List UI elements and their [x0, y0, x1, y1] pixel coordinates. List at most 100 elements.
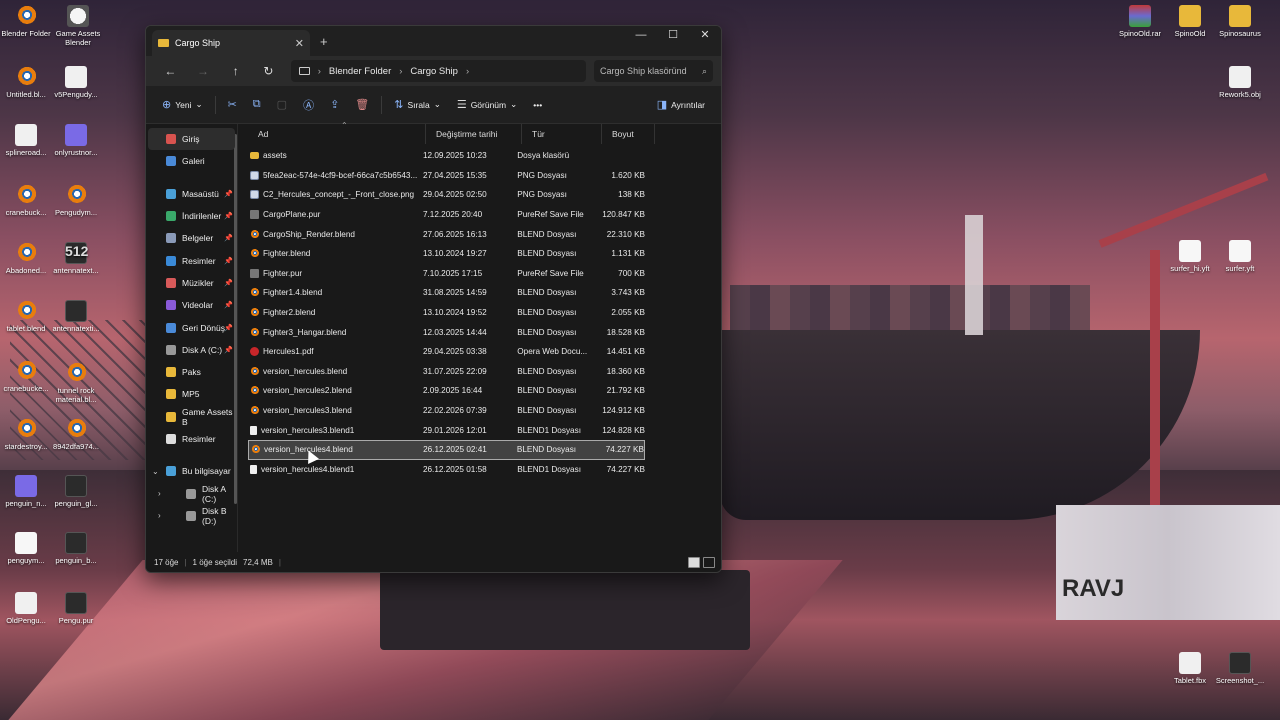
minimize-button[interactable]: — [625, 26, 657, 44]
desktop-icon[interactable]: penguin_n... [0, 475, 52, 508]
share-button[interactable]: ⇪ [322, 98, 347, 111]
desktop-icon[interactable]: Rework5.obj [1214, 66, 1266, 99]
view-button[interactable]: ☰ Görünüm ⌄ [449, 98, 525, 111]
details-view-button[interactable] [688, 557, 700, 568]
column-header-type[interactable]: Tür [522, 124, 602, 144]
rename-button[interactable]: Ⓐ [295, 97, 322, 113]
tab-cargo-ship[interactable]: Cargo Ship ✕ [152, 30, 310, 56]
desktop-icon[interactable]: Untitled.bl... [0, 66, 52, 99]
refresh-button[interactable]: ↻ [252, 64, 285, 78]
desktop-icon[interactable]: antennatexti... [50, 300, 102, 333]
forward-button[interactable]: → [187, 64, 220, 78]
column-header-size[interactable]: Boyut [602, 124, 655, 144]
desktop-icon[interactable]: tablet.blend [0, 300, 52, 333]
desktop-icon[interactable]: penguin_b... [50, 532, 102, 565]
column-header-name[interactable]: Ad [248, 124, 426, 144]
desktop-icon[interactable]: Screenshot_... [1214, 652, 1266, 685]
desktop-icon[interactable]: onlyrustnor... [50, 124, 102, 157]
column-header-date[interactable]: Değiştirme tarihi [426, 124, 522, 144]
desktop-icon-label: surfer.yft [1225, 264, 1255, 273]
desktop-icon[interactable]: penguin_gl... [50, 475, 102, 508]
sidebar-item[interactable]: Masaüstü 📌 [146, 183, 237, 205]
new-button[interactable]: ⊕ Yeni ⌄ [154, 98, 211, 111]
breadcrumb-cargo-ship[interactable]: Cargo Ship [410, 66, 458, 77]
file-row[interactable]: version_hercules3.blend 22.02.2026 07:39 B… [248, 401, 645, 421]
desktop-icon[interactable]: splineroad... [0, 124, 52, 157]
sidebar-item[interactable]: Müzikler 📌 [146, 272, 237, 294]
file-row[interactable]: version_hercules.blend 31.07.2025 22:09 BL… [248, 362, 645, 382]
sidebar-item[interactable]: Giriş [148, 128, 235, 151]
up-button[interactable]: ↑ [219, 64, 252, 78]
desktop-icon[interactable]: stardestroy... [0, 418, 52, 451]
sidebar-item[interactable]: Galeri [146, 150, 237, 172]
file-row[interactable]: 5fea2eac-574e-4cf9-bcef-66ca7c5b6543... 2… [248, 166, 645, 186]
sidebar-item-label: Disk A (C:) [202, 483, 226, 504]
more-options-button[interactable]: ••• [525, 100, 550, 110]
sidebar-item[interactable]: MP5 [146, 383, 237, 405]
breadcrumb[interactable]: › Blender Folder › Cargo Ship › [290, 60, 587, 82]
sidebar-item[interactable]: Belgeler 📌 [146, 227, 237, 249]
sidebar-item[interactable]: Geri Dönüş 📌 [146, 316, 237, 338]
paste-button[interactable]: ▢ [269, 98, 295, 111]
file-row[interactable]: assets 12.09.2025 10:23 Dosya klasörü [248, 146, 645, 166]
sidebar-item[interactable]: Resimler [146, 428, 237, 450]
desktop-icon[interactable]: Pengudym... [50, 184, 102, 217]
breadcrumb-blender-folder[interactable]: Blender Folder [329, 66, 391, 77]
desktop-icon[interactable]: Blender Folder [0, 5, 52, 38]
desktop-icon[interactable]: cranebucke... [0, 360, 52, 393]
chevron-icon[interactable]: › [158, 489, 161, 498]
file-row[interactable]: Fighter.pur 7.10.2025 17:15 PureRef Save F… [248, 264, 645, 284]
back-button[interactable]: ← [154, 64, 187, 78]
sidebar-item[interactable]: Resimler 📌 [146, 249, 237, 271]
file-row[interactable]: Fighter.blend 13.10.2024 19:27 BLEND Dosya… [248, 244, 645, 264]
new-tab-button[interactable]: + [320, 34, 328, 49]
file-row[interactable]: CargoShip_Render.blend 27.06.2025 16:13 BL… [248, 224, 645, 244]
desktop-icon[interactable]: Pengu.pur [50, 592, 102, 625]
file-row[interactable]: Fighter3_Hangar.blend 12.03.2025 14:44 BLE… [248, 322, 645, 342]
tab-close-icon[interactable]: ✕ [295, 37, 304, 50]
desktop-icon[interactable]: penguym... [0, 532, 52, 565]
search-input[interactable]: Cargo Ship klasöründ ⌕ [594, 60, 714, 82]
sidebar-item-icon [166, 322, 176, 333]
desktop-icon[interactable]: surfer.yft [1214, 240, 1266, 273]
sidebar-item[interactable]: › Disk B (D:) [146, 505, 237, 527]
sidebar-item[interactable]: Paks [146, 361, 237, 383]
cut-button[interactable]: ✂ [220, 98, 245, 111]
pin-icon: 📌 [224, 279, 233, 287]
desktop-icon[interactable]: SpinoOld.rar [1114, 5, 1166, 38]
sort-button[interactable]: ⇅ Sırala ⌄ [386, 98, 449, 111]
sidebar-item[interactable]: Disk A (C:) 📌 [146, 339, 237, 361]
desktop-icon[interactable]: surfer_hi.yft [1164, 240, 1216, 273]
desktop-icon[interactable]: Tablet.fbx [1164, 652, 1216, 685]
file-row[interactable]: Fighter2.blend 13.10.2024 19:52 BLEND Dosy… [248, 303, 645, 323]
tiles-view-button[interactable] [703, 557, 715, 568]
desktop-icon[interactable]: cranebuck... [0, 184, 52, 217]
file-row[interactable]: C2_Hercules_concept_-_Front_close.png 29.… [248, 185, 645, 205]
file-row[interactable]: Fighter1.4.blend 31.08.2025 14:59 BLEND Do… [248, 283, 645, 303]
delete-button[interactable]: 🗑 [347, 98, 377, 111]
sidebar-item[interactable]: Game Assets B [146, 406, 237, 428]
maximize-button[interactable]: ☐ [657, 26, 689, 44]
close-window-button[interactable]: ✕ [689, 26, 721, 44]
desktop-icon[interactable]: Game Assets Blender [52, 5, 104, 47]
sidebar-item[interactable]: İndirilenler 📌 [146, 205, 237, 227]
file-row[interactable]: CargoPlane.pur 7.12.2025 20:40 PureRef Sav… [248, 205, 645, 225]
chevron-icon[interactable]: › [158, 511, 161, 520]
sidebar-item[interactable]: › Disk A (C:) [146, 482, 237, 504]
sidebar-item[interactable]: Videolar 📌 [146, 294, 237, 316]
desktop-icon[interactable]: Spinosaurus [1214, 5, 1266, 38]
desktop-icon[interactable]: 8942dfa974... [50, 418, 102, 451]
file-row[interactable]: version_hercules3.blend1 29.01.2026 12:01… [248, 420, 645, 440]
desktop-icon[interactable]: v5Pengudy... [50, 66, 102, 99]
desktop-icon[interactable]: Abadoned... [0, 242, 52, 275]
copy-button[interactable]: ⧉ [245, 98, 269, 111]
desktop-icon[interactable]: tunnel rock material.bl... [50, 362, 102, 404]
chevron-icon[interactable]: ⌄ [152, 467, 159, 476]
details-button[interactable]: ◨ Ayrıntılar [649, 98, 713, 111]
desktop-icon[interactable]: SpinoOld [1164, 5, 1216, 38]
file-row[interactable]: version_hercules2.blend 2.09.2025 16:44 BL… [248, 381, 645, 401]
rename-icon: Ⓐ [303, 99, 315, 112]
desktop-icon[interactable]: OldPengu... [0, 592, 52, 625]
file-row[interactable]: Hercules1.pdf 29.04.2025 03:38 Opera Web D… [248, 342, 645, 362]
sidebar-item[interactable]: ⌄ Bu bilgisayar [146, 460, 237, 482]
